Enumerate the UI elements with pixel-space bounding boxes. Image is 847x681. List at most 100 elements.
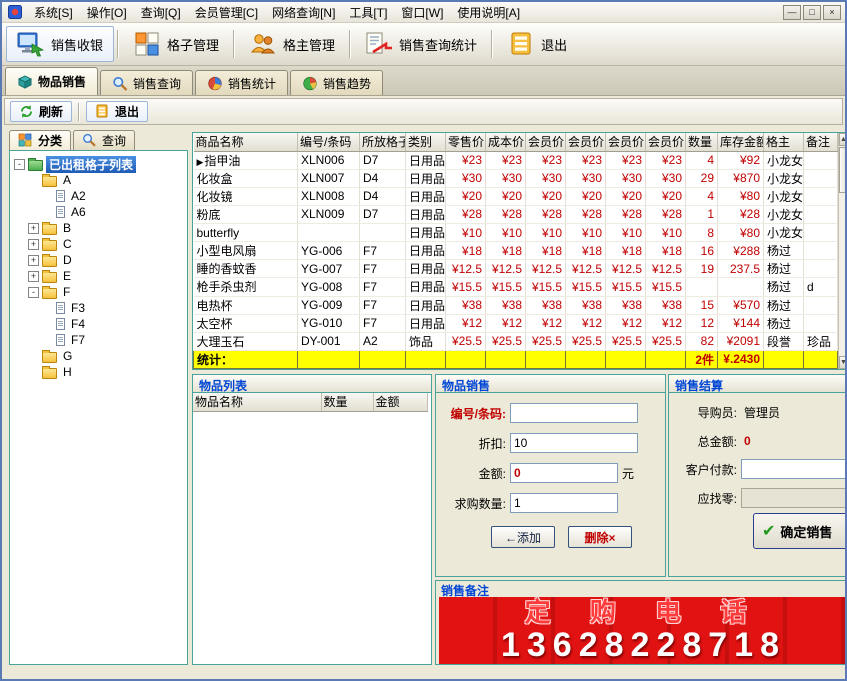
tree-node-label: G [63,349,73,363]
tree-node[interactable]: -F [12,284,185,300]
column-header[interactable]: 数量 [321,393,374,412]
exit-button[interactable]: 退出 [86,101,149,122]
menu-item[interactable]: 操作[O] [80,2,134,23]
grid-manage-button[interactable]: 格子管理 [122,26,230,62]
column-header[interactable]: 会员价 [605,133,646,152]
menu-item[interactable]: 系统[S] [27,2,80,23]
column-header[interactable]: 金额 [373,393,428,412]
expand-icon[interactable]: + [28,222,39,234]
maximize-button[interactable]: □ [803,4,821,20]
column-header[interactable]: 零售价 [445,133,486,152]
table-row[interactable]: ▶指甲油 XLN006 D7 日用品 ¥23 ¥23 ¥23 ¥23 ¥23 ¥23 4 ¥92 小龙女 [193,151,838,170]
delete-item-button[interactable]: 删除× [568,526,632,548]
minimize-button[interactable]: — [783,4,801,20]
ad-banner: 定 购 电 话 13628228718 [439,597,845,664]
column-header[interactable]: 格主 [763,133,804,152]
table-cell: 8 [685,223,718,243]
column-header[interactable]: 备注 [803,133,838,152]
table-cell: ¥28 [605,205,646,225]
column-header[interactable]: 编号/条码 [297,133,360,152]
barcode-input[interactable] [510,403,638,423]
grid-owner-button[interactable]: 格主管理 [238,26,346,62]
column-header[interactable]: 物品名称 [193,393,322,412]
menu-item[interactable]: 网络查询[N] [265,2,342,23]
tree-node[interactable]: + C [12,236,185,252]
table-cell: ¥12 [565,314,606,333]
tab-goods-sale[interactable]: 物品销售 [5,67,99,95]
scroll-thumb[interactable] [839,147,845,193]
tree-node[interactable]: H [12,364,185,380]
table-row[interactable]: 太空杯 YG-010 F7 日用品 ¥12 ¥12 ¥12 ¥12 ¥12 ¥12 12 ¥144 杨过 [193,314,838,333]
table-row[interactable]: 枪手杀虫剂 YG-008 F7 日用品 ¥15.5 ¥15.5 ¥15.5 ¥15.5 ¥15.… [193,277,838,297]
close-button[interactable]: × [823,4,841,20]
menu-item[interactable]: 使用说明[A] [450,2,527,23]
sidebar-tab-search[interactable]: 查询 [73,130,136,150]
table-row[interactable]: butterfly 日用品 ¥10 ¥10 ¥10 ¥10 ¥10 ¥10 8 ¥80 小龙女 [193,223,838,243]
menu-item[interactable]: 窗口[W] [394,2,450,23]
table-row[interactable]: 化妆镜 XLN008 D4 日用品 ¥20 ¥20 ¥20 ¥20 ¥20 ¥20 4 ¥80 小龙女 [193,187,838,206]
discount-input[interactable] [510,433,638,453]
expand-icon[interactable]: + [28,238,39,250]
table-cell: XLN006 [297,151,360,170]
sidebar-tabs: 分类 查询 [9,130,188,150]
table-scrollbar[interactable] [838,133,845,369]
tree-node[interactable]: A [12,172,185,188]
table-row[interactable]: 电热杯 YG-009 F7 日用品 ¥38 ¥38 ¥38 ¥38 ¥38 ¥38 15 ¥570 杨过 [193,296,838,315]
table-row[interactable]: 睡的香蚊香 YG-007 F7 日用品 ¥12.5 ¥12.5 ¥12.5 ¥12.5 ¥12.… [193,259,838,279]
column-header[interactable]: 类别 [405,133,446,152]
table-row[interactable]: 粉底 XLN009 D7 日用品 ¥28 ¥28 ¥28 ¥28 ¥28 ¥28 1 ¥28 小龙女 [193,205,838,225]
tree-node[interactable]: F7 [12,332,185,348]
column-header[interactable]: 商品名称 [193,133,298,152]
menu-item[interactable]: 查询[Q] [134,2,188,23]
tree-node[interactable]: - 已出租格子列表 [12,155,185,173]
table-row[interactable]: 化妆盒 XLN007 D4 日用品 ¥30 ¥30 ¥30 ¥30 ¥30 ¥30 29 ¥870 小龙… [193,169,838,188]
confirm-sale-button[interactable]: ✔ 确定销售 [753,513,845,549]
expand-icon[interactable]: + [28,270,39,282]
stats-cell [763,349,804,370]
amount-input[interactable] [510,463,618,483]
table-cell: 珍品 [803,332,838,351]
scroll-up-icon[interactable] [839,133,845,146]
column-header[interactable]: 会员价 [645,133,686,152]
column-header[interactable]: 会员价 [565,133,606,152]
tab-sales-stats[interactable]: 销售统计 [195,70,289,95]
tree-node[interactable]: + E [12,268,185,284]
tree-node[interactable]: F3 [12,300,185,316]
column-header[interactable]: 会员价 [525,133,566,152]
column-header[interactable]: 数量 [685,133,718,152]
tree-node[interactable]: G [12,348,185,364]
menu-item[interactable]: 会员管理[C] [188,2,265,23]
change-due-field-label: 应找零: [697,491,737,506]
sales-cashier-button[interactable]: 销售收银 [6,26,115,62]
tree-node[interactable]: + D [12,252,185,268]
tree-node[interactable]: + B [12,220,185,236]
refresh-button[interactable]: 刷新 [10,101,73,122]
customer-payment-input[interactable] [741,459,845,479]
menu-item[interactable]: 工具[T] [342,2,394,23]
table-row[interactable]: 大理玉石 DY-001 A2 饰品 ¥25.5 ¥25.5 ¥25.5 ¥25.5 ¥25.5 ¥… [193,332,838,351]
quantity-input[interactable] [510,493,618,513]
magnifier-icon [112,76,128,91]
exit-app-button[interactable]: 退出 [496,26,578,62]
expand-icon[interactable]: + [28,254,39,266]
table-cell: ¥23 [645,151,686,170]
column-header[interactable]: 成本价 [485,133,526,152]
table-row[interactable]: 小型电风扇 YG-006 F7 日用品 ¥18 ¥18 ¥18 ¥18 ¥18 ¥18 16 ¥288… [193,241,838,261]
tab-sales-query[interactable]: 销售查询 [100,70,194,95]
scroll-down-icon[interactable] [839,356,845,369]
sales-query-stats-button[interactable]: 销售查询统计 [354,26,488,62]
table-cell: 12 [685,314,718,333]
tab-sales-trend[interactable]: 销售趋势 [290,70,384,95]
tree-node[interactable]: A6 [12,204,185,220]
add-item-button[interactable]: ←添加 [491,526,555,548]
sidebar-tab-category[interactable]: 分类 [9,130,72,150]
table-cell: ¥25.5 [645,332,686,351]
column-header[interactable]: 库存金额 [717,133,764,152]
table-cell: ¥12.5 [645,259,686,279]
scroll-track[interactable] [839,194,845,356]
tree-node[interactable]: A2 [12,188,185,204]
column-header[interactable]: 所放格子 [359,133,406,152]
tree-node[interactable]: F4 [12,316,185,332]
collapse-icon[interactable]: - [28,286,39,298]
collapse-icon[interactable]: - [14,158,25,170]
